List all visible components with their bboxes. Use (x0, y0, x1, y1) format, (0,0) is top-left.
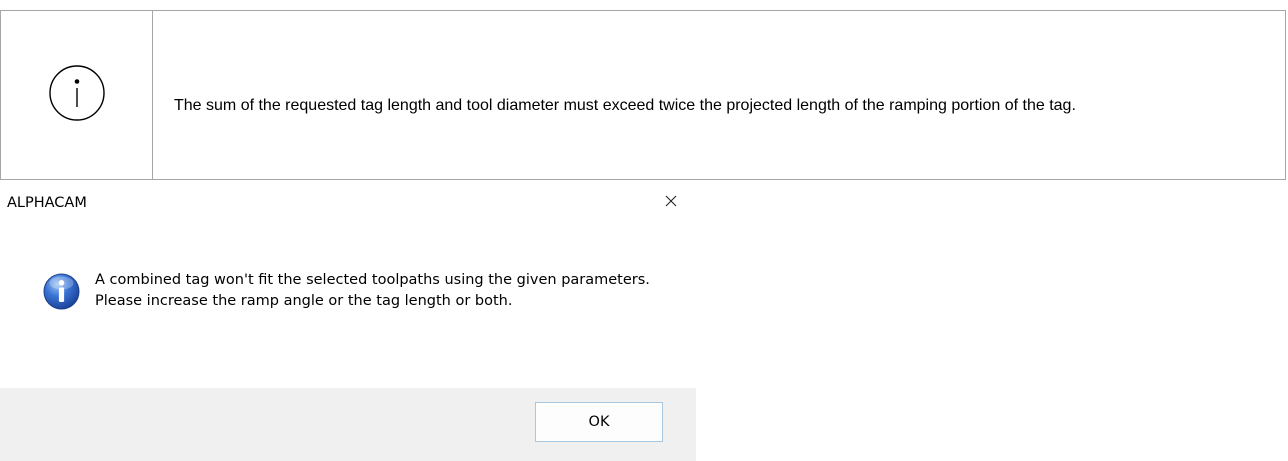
ok-button[interactable]: OK (535, 402, 663, 442)
dialog-titlebar: ALPHACAM (0, 181, 696, 224)
info-outline-icon (48, 64, 106, 127)
dialog-footer: OK (0, 388, 696, 461)
note-icon-cell (1, 11, 153, 179)
note-table: The sum of the requested tag length and … (0, 10, 1286, 180)
dialog-title: ALPHACAM (7, 194, 87, 211)
note-text: The sum of the requested tag length and … (174, 96, 1076, 114)
dialog-body: A combined tag won't fit the selected to… (0, 224, 696, 388)
note-text-cell: The sum of the requested tag length and … (153, 11, 1285, 179)
dialog-message: A combined tag won't fit the selected to… (95, 272, 650, 309)
message-dialog: ALPHACAM A combined tag won't fit the se… (0, 181, 696, 461)
close-icon (665, 194, 677, 212)
info-icon (43, 273, 80, 310)
close-button[interactable] (646, 181, 696, 224)
